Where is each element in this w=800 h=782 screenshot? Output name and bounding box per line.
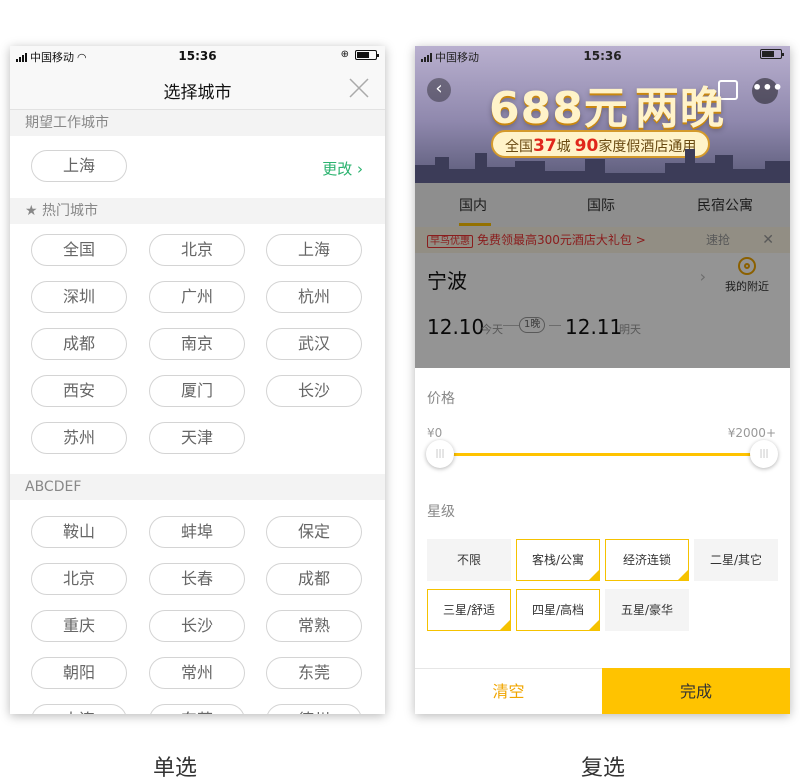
price-min-label: ¥0 [427, 426, 443, 440]
status-time: 15:36 [178, 49, 217, 63]
single-select-screen: 中国移动 ◠ 15:36 ⊕ 选择城市 期望工作城市 上海 更改 › ★ 热门城… [10, 46, 385, 714]
star-option[interactable]: 二星/其它 [694, 539, 778, 581]
action-bar: 清空 完成 [415, 668, 790, 714]
star-option[interactable]: 不限 [427, 539, 511, 581]
price-max-handle[interactable]: ||| [750, 440, 778, 468]
city-chip[interactable]: 北京 [149, 234, 245, 266]
city-chip-expected[interactable]: 上海 [31, 150, 127, 182]
city-chip[interactable]: 蚌埠 [149, 516, 245, 548]
battery-icon [760, 49, 784, 59]
alpha-city-grid: 鞍山蚌埠保定北京长春成都重庆长沙常熟朝阳常州东莞大连 东营 德州 [10, 500, 385, 714]
city-chip[interactable]: 朝阳 [31, 657, 127, 689]
city-chip[interactable]: 长春 [149, 563, 245, 595]
caption-single: 单选 [152, 756, 197, 781]
city-chip[interactable]: 深圳 [31, 281, 127, 313]
expected-city-row: 上海 更改 › [10, 136, 385, 198]
city-chip[interactable]: 大连 [31, 704, 127, 714]
page-title: 选择城市 [163, 83, 232, 103]
city-chip[interactable]: 长沙 [149, 610, 245, 642]
city-chip[interactable]: 广州 [149, 281, 245, 313]
star-option[interactable]: 经济连锁 [605, 539, 689, 581]
star-label: 星级 [427, 504, 455, 520]
price-max-label: ¥2000+ [727, 426, 776, 440]
section-header-hot: ★ 热门城市 [10, 198, 385, 224]
city-chip[interactable]: 北京 [31, 563, 127, 595]
city-chip[interactable]: 保定 [266, 516, 362, 548]
filter-panel: 价格 ¥0 ¥2000+ ||| ||| 星级 不限 客栈/公寓 经济连锁 二星/其它… [415, 368, 790, 714]
city-chip[interactable]: 长沙 [266, 375, 362, 407]
promo-headline: 688元 两晚 [489, 72, 725, 136]
status-bar: 中国移动 15:36 [415, 46, 790, 66]
city-chip[interactable]: 上海 [266, 234, 362, 266]
city-chip[interactable]: 西安 [31, 375, 127, 407]
city-chip[interactable]: 厦门 [149, 375, 245, 407]
city-chip[interactable]: 德州 [266, 704, 362, 714]
city-chip[interactable]: 成都 [266, 563, 362, 595]
battery-icon [355, 49, 379, 60]
city-chip[interactable]: 常熟 [266, 610, 362, 642]
price-range-track[interactable] [439, 453, 764, 456]
city-chip[interactable]: 东营 [149, 704, 245, 714]
section-header-abcdef: ABCDEF [10, 474, 385, 500]
more-button[interactable]: ••• [752, 78, 783, 104]
city-skyline-image [415, 149, 790, 183]
city-chip[interactable]: 苏州 [31, 422, 127, 454]
city-chip[interactable]: 武汉 [266, 328, 362, 360]
price-label: 价格 [427, 391, 455, 407]
done-button[interactable]: 完成 [602, 668, 790, 714]
promo-price: 688元 [489, 83, 629, 134]
multi-select-screen: 中国移动 15:36 ‹ ••• 688元 两晚 全国37城 90家度假酒店通用 国… [415, 46, 790, 714]
city-chip[interactable]: 鞍山 [31, 516, 127, 548]
modal-backdrop[interactable] [415, 183, 790, 368]
price-min-handle[interactable]: ||| [426, 440, 454, 468]
hot-city-grid: 全国 北京 上海深圳 广州 杭州成都 南京 武汉西安 厦门 长沙苏州 天津 [10, 224, 385, 474]
status-bar: 中国移动 ◠ 15:36 ⊕ [10, 46, 385, 66]
city-chip[interactable]: 杭州 [266, 281, 362, 313]
caption-multi: 复选 [580, 756, 625, 781]
city-chip[interactable]: 南京 [149, 328, 245, 360]
close-icon[interactable] [347, 76, 371, 100]
clear-button[interactable]: 清空 [415, 669, 602, 714]
nav-bar: 选择城市 [10, 66, 385, 110]
lock-rotation-icon: ⊕ [340, 49, 349, 60]
city-chip[interactable]: 成都 [31, 328, 127, 360]
back-icon[interactable]: ‹ [427, 78, 451, 102]
city-chip[interactable]: 常州 [149, 657, 245, 689]
promo-nights: 两晚 [634, 83, 725, 134]
city-chip[interactable]: 天津 [149, 422, 245, 454]
change-city-link[interactable]: 更改 › [322, 158, 363, 179]
city-chip[interactable]: 全国 [31, 234, 127, 266]
city-chip[interactable]: 东莞 [266, 657, 362, 689]
status-time: 15:36 [583, 49, 622, 63]
star-option[interactable]: 四星/高档 [516, 589, 600, 631]
promo-banner[interactable]: 中国移动 15:36 ‹ ••• 688元 两晚 全国37城 90家度假酒店通用 [415, 46, 790, 183]
section-header-expected: 期望工作城市 [10, 110, 385, 136]
city-chip[interactable]: 重庆 [31, 610, 127, 642]
star-option[interactable]: 客栈/公寓 [516, 539, 600, 581]
star-option[interactable]: 三星/舒适 [427, 589, 511, 631]
star-option[interactable]: 五星/豪华 [605, 589, 689, 631]
